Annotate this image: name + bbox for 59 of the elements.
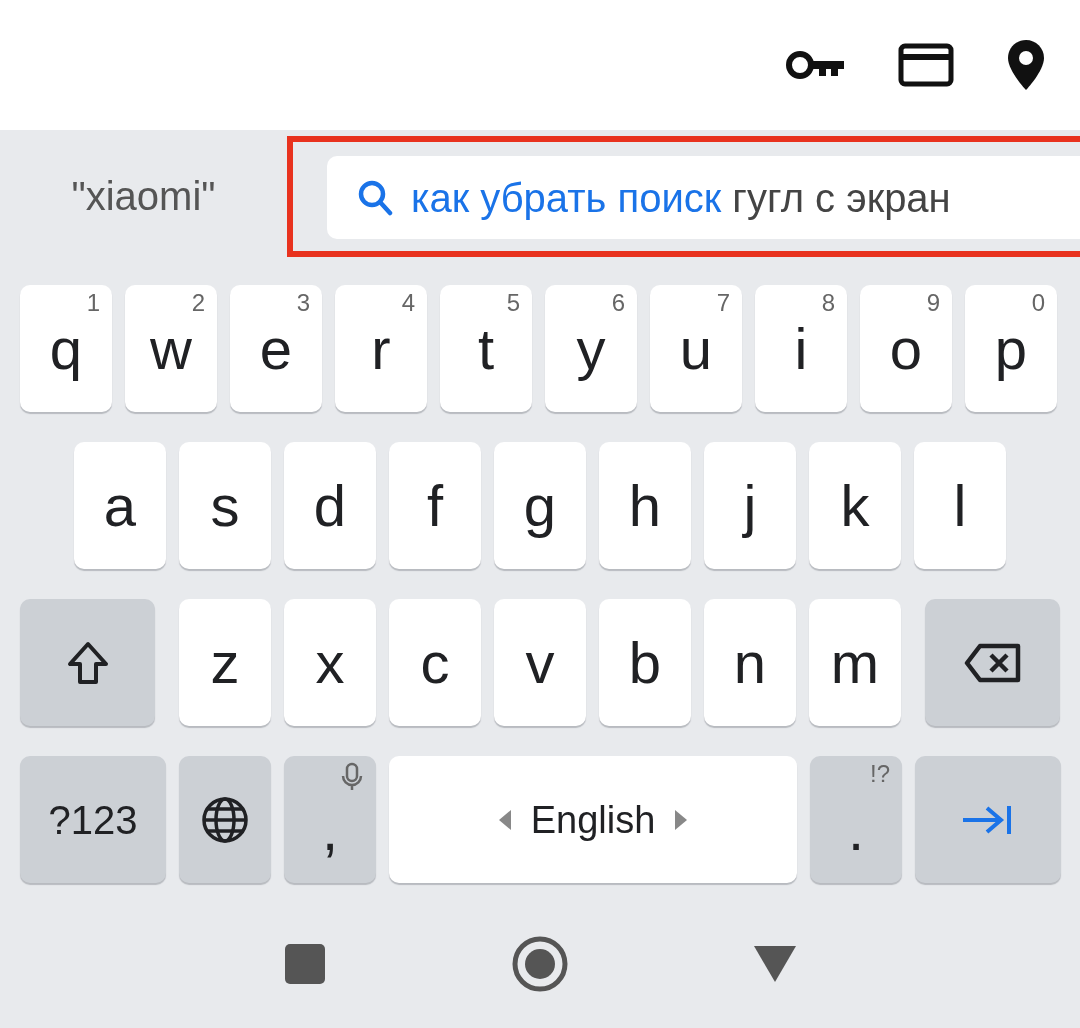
key[interactable]: w 2 xyxy=(125,285,217,412)
key[interactable]: x xyxy=(284,599,376,726)
key[interactable]: z xyxy=(179,599,271,726)
key[interactable]: i 8 xyxy=(755,285,847,412)
backspace-key[interactable] xyxy=(925,599,1060,726)
key[interactable]: l xyxy=(914,442,1006,569)
key[interactable]: a xyxy=(74,442,166,569)
key[interactable]: m xyxy=(809,599,901,726)
left-arrow-icon xyxy=(498,809,511,830)
back-icon[interactable] xyxy=(752,944,798,984)
key[interactable]: q 1 xyxy=(20,285,112,412)
key[interactable]: o 9 xyxy=(860,285,952,412)
globe-icon xyxy=(200,794,250,845)
language-key[interactable] xyxy=(179,756,271,883)
space-key[interactable]: English xyxy=(389,756,797,883)
key-hint: 9 xyxy=(926,291,940,315)
mic-icon xyxy=(340,762,364,792)
key[interactable]: g xyxy=(494,442,586,569)
location-pin-icon[interactable] xyxy=(1006,38,1046,92)
key[interactable]: r 4 xyxy=(335,285,427,412)
shift-key[interactable] xyxy=(20,599,155,726)
shift-icon xyxy=(65,639,110,686)
search-icon xyxy=(357,178,393,217)
key-hint: !? xyxy=(870,762,890,786)
backspace-icon xyxy=(963,642,1022,683)
card-icon[interactable] xyxy=(898,43,954,87)
key[interactable]: f xyxy=(389,442,481,569)
key[interactable]: v xyxy=(494,599,586,726)
key-hint: 4 xyxy=(401,291,415,315)
key-hint: 7 xyxy=(716,291,730,315)
enter-key[interactable] xyxy=(915,756,1061,883)
key[interactable]: e 3 xyxy=(230,285,322,412)
key[interactable]: p 0 xyxy=(965,285,1057,412)
key[interactable]: j xyxy=(704,442,796,569)
key[interactable]: s xyxy=(179,442,271,569)
key[interactable]: k xyxy=(809,442,901,569)
period-key[interactable]: . !? xyxy=(810,756,902,883)
key[interactable]: d xyxy=(284,442,376,569)
key-hint: 6 xyxy=(611,291,625,315)
key[interactable]: n xyxy=(704,599,796,726)
comma-key[interactable]: , xyxy=(284,756,376,883)
home-icon[interactable] xyxy=(512,936,568,992)
key[interactable]: u 7 xyxy=(650,285,742,412)
right-arrow-icon xyxy=(675,809,688,830)
key-hint: 5 xyxy=(506,291,520,315)
key-hint: 3 xyxy=(296,291,310,315)
search-suggestion[interactable]: как убрать поиск гугл с экран xyxy=(327,156,1080,239)
key[interactable]: c xyxy=(389,599,481,726)
key[interactable]: y 6 xyxy=(545,285,637,412)
key-hint: 1 xyxy=(86,291,100,315)
key[interactable]: b xyxy=(599,599,691,726)
key-hint: 0 xyxy=(1031,291,1045,315)
suggestion-word[interactable]: "xiaomi" xyxy=(71,166,216,226)
key-hint: 2 xyxy=(191,291,205,315)
key-icon[interactable] xyxy=(784,48,846,82)
symbols-key[interactable]: ?123 xyxy=(20,756,166,883)
key-hint: 8 xyxy=(821,291,835,315)
key[interactable]: t 5 xyxy=(440,285,532,412)
key[interactable]: h xyxy=(599,442,691,569)
